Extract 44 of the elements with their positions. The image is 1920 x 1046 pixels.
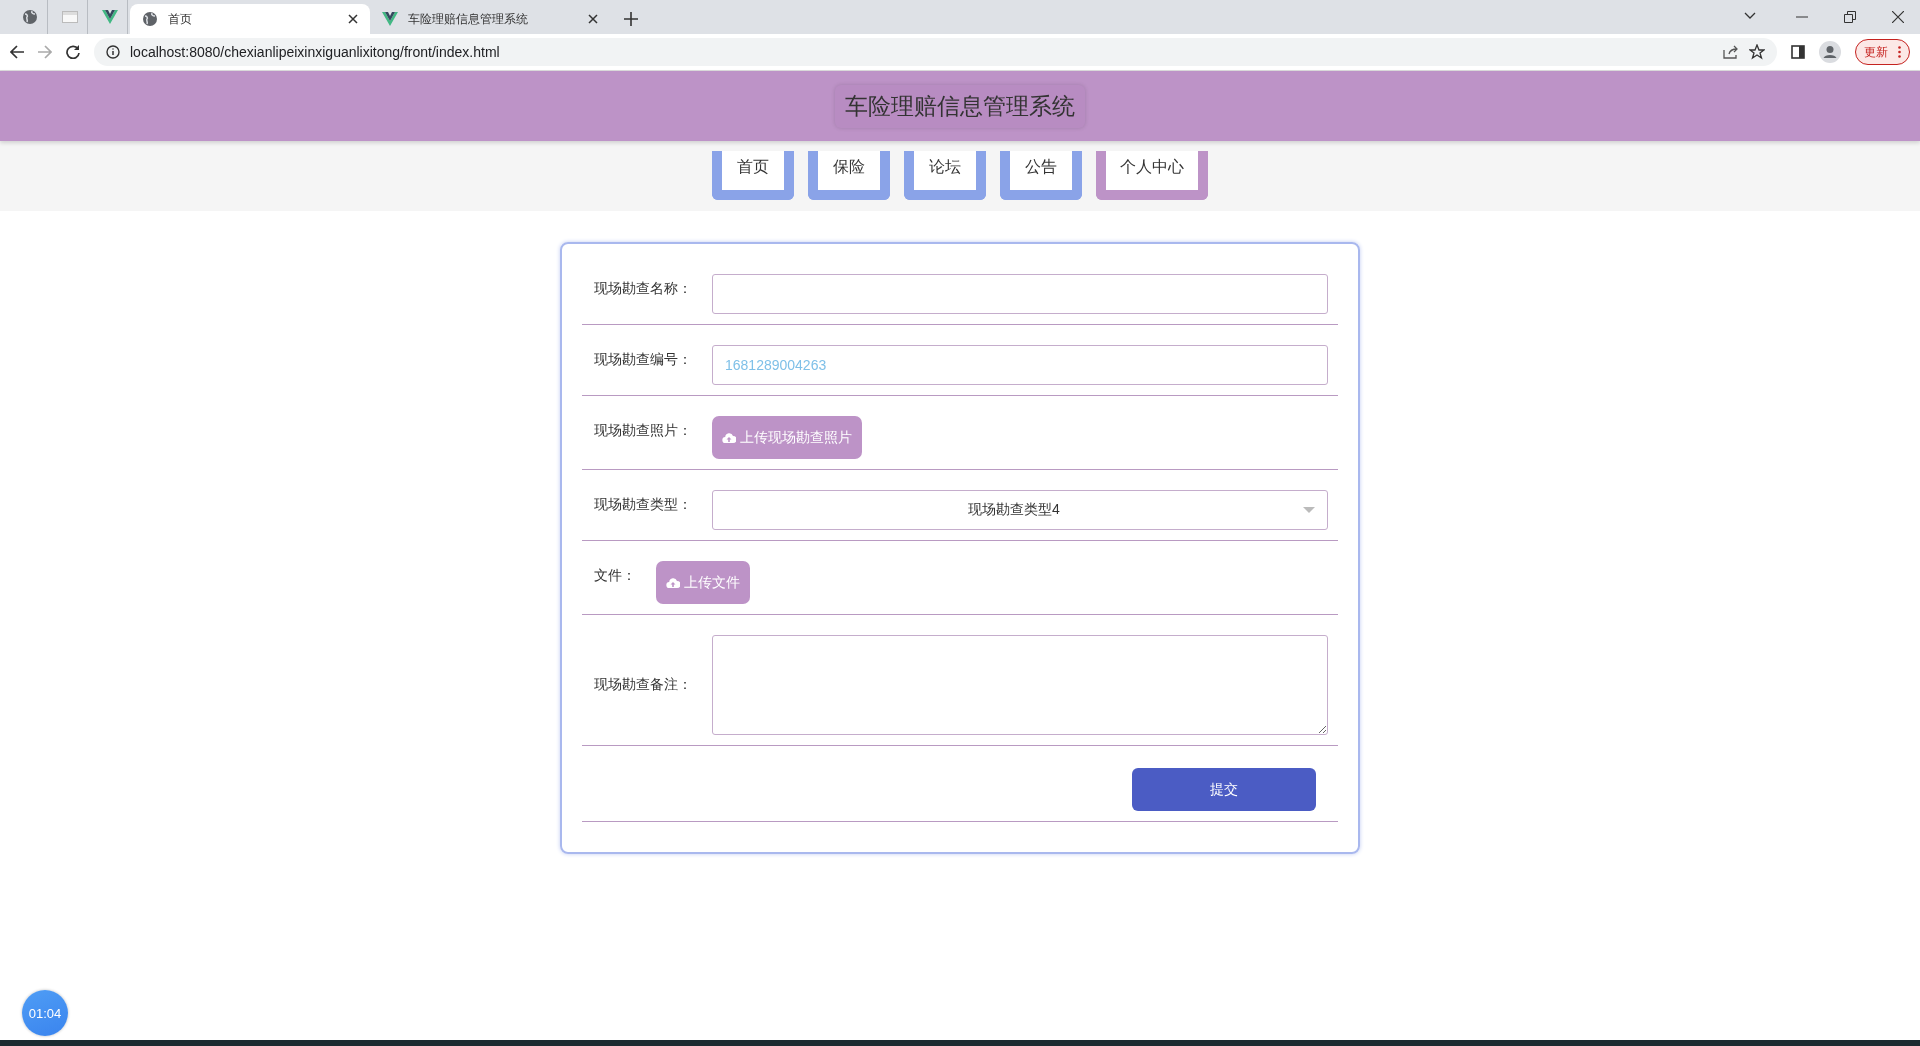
field-label: 现场勘查编号：: [594, 350, 692, 369]
browser-tab[interactable]: 车险理赔信息管理系统: [370, 4, 610, 34]
star-icon[interactable]: [1749, 44, 1765, 60]
share-icon[interactable]: [1723, 45, 1739, 59]
field-label: 现场勘查名称：: [594, 279, 692, 298]
select-dropdown[interactable]: 现场勘查类型4: [712, 490, 1328, 530]
globe-icon: [21, 9, 38, 25]
field-label: 现场勘查类型：: [594, 495, 692, 514]
nav-button[interactable]: 首页: [712, 151, 794, 200]
cloud-upload-icon: [666, 576, 680, 589]
back-arrow-icon[interactable]: [10, 45, 24, 59]
more-options-icon: [1898, 46, 1901, 58]
nav-button[interactable]: 公告: [1000, 151, 1082, 200]
caret-icon: [1303, 507, 1315, 513]
field-label: 现场勘查照片：: [594, 421, 692, 440]
info-icon: [106, 45, 120, 59]
profile-avatar-icon[interactable]: [1819, 41, 1841, 63]
field-label: 现场勘查备注：: [594, 676, 692, 694]
cloud-upload-icon: [722, 431, 736, 444]
globe-icon: [142, 11, 158, 27]
timer-badge: 01:04: [22, 990, 68, 1036]
close-icon[interactable]: [1892, 11, 1904, 23]
textarea-field[interactable]: [712, 635, 1328, 735]
text-input[interactable]: [712, 274, 1328, 314]
restore-icon[interactable]: [1844, 11, 1856, 23]
v-logo-icon: [101, 10, 118, 24]
close-icon[interactable]: [348, 14, 358, 24]
nav-button[interactable]: 保险: [808, 151, 890, 200]
nav-button[interactable]: 论坛: [904, 151, 986, 200]
tab-list-chevron-icon[interactable]: [1744, 12, 1756, 20]
close-icon[interactable]: [588, 14, 598, 24]
nav-button[interactable]: 个人中心: [1096, 151, 1208, 200]
update-button[interactable]: 更新: [1855, 39, 1910, 65]
address-bar[interactable]: localhost:8080/chexianlipeixinxiguanlixitong/front/index.html: [94, 38, 1777, 66]
url-text: localhost:8080/chexianlipeixinxiguanlixitong/front/index.html: [130, 44, 501, 60]
v-logo-icon: [382, 12, 398, 26]
browser-tab[interactable]: 首页: [130, 4, 370, 34]
side-panel-icon[interactable]: [1791, 45, 1805, 59]
site-title: 车险理赔信息管理系统: [835, 84, 1085, 128]
field-label: 文件：: [594, 566, 636, 585]
new-tab-icon[interactable]: [624, 12, 638, 26]
submit-button[interactable]: 提交: [1132, 768, 1316, 811]
reload-icon[interactable]: [66, 45, 80, 59]
blank-page-icon: [61, 11, 78, 23]
